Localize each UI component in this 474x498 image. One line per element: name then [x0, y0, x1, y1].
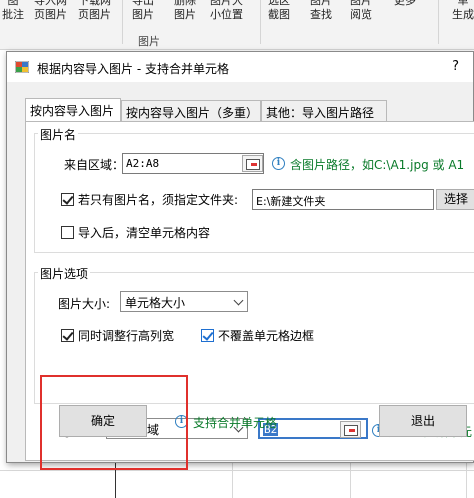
ribbon-button-delete[interactable]: 删除 图片: [174, 0, 196, 22]
ribbon-button-screenshot[interactable]: 选区 截图: [268, 0, 290, 22]
source-hint: 含图片路径，如C:\A1.jpg 或 A1: [290, 158, 465, 172]
ribbon-label: 图 批注: [2, 0, 24, 21]
chevron-down-icon: [233, 295, 244, 306]
adjust-row-col-checkbox[interactable]: [61, 329, 74, 342]
range-picker-icon[interactable]: [242, 155, 263, 172]
image-size-value: 单元格大小: [125, 296, 186, 310]
grid-line: [0, 470, 474, 471]
ribbon-label: 删除 图片: [174, 0, 196, 21]
browse-button[interactable]: 选择: [436, 189, 474, 210]
merge-hint: 支持合并单元格: [193, 416, 278, 430]
info-icon: i: [272, 157, 285, 170]
app-icon: [15, 61, 29, 73]
ribbon-label: 图片 阅览: [350, 0, 372, 21]
ribbon-separator: [122, 0, 123, 44]
ribbon: 图 批注 导入网 页图片 下载网 页图片 导出 图片 删除 图片 图片大 小位置…: [0, 0, 474, 50]
ribbon-label: 导出 图片: [132, 0, 154, 21]
ribbon-label: 更多: [394, 0, 416, 7]
ribbon-button-find[interactable]: 图片 查找: [310, 0, 332, 22]
group-title-image-options: 图片选项: [38, 265, 91, 282]
adjust-row-col-label: 同时调整行高列宽: [78, 329, 175, 343]
ribbon-button-generate[interactable]: 单 生成: [452, 0, 474, 22]
ribbon-button-import-web[interactable]: 导入网 页图片: [34, 0, 67, 22]
folder-checkbox-label: 若只有图片名，须指定文件夹:: [78, 193, 239, 207]
ribbon-button-comment[interactable]: 图 批注: [2, 0, 24, 22]
ribbon-button-export[interactable]: 导出 图片: [132, 0, 154, 22]
ribbon-button-size-position[interactable]: 图片大 小位置: [210, 0, 243, 22]
clear-after-import-label: 导入后，清空单元格内容: [78, 226, 211, 240]
group-title-image-name: 图片名: [38, 126, 79, 143]
exit-button[interactable]: 退出: [379, 405, 467, 437]
folder-path-input[interactable]: E:\新建文件夹: [252, 189, 434, 210]
ribbon-label: 图片大 小位置: [210, 0, 243, 21]
ribbon-separator: [260, 0, 261, 44]
tab-import-by-content-multi[interactable]: 按内容导入图片（多重）: [121, 100, 261, 121]
ribbon-button-download-web[interactable]: 下载网 页图片: [78, 0, 111, 22]
dialog-title: 根据内容导入图片 - 支持合并单元格: [37, 62, 229, 76]
folder-checkbox[interactable]: [61, 193, 74, 206]
source-range-label: 来自区域：: [64, 158, 125, 172]
ribbon-label: 选区 截图: [268, 0, 290, 21]
tab-import-image-path[interactable]: 其他：导入图片路径: [261, 100, 387, 121]
range-picker-icon[interactable]: [340, 421, 361, 438]
highlight-box: [40, 375, 188, 470]
dialog-titlebar: 根据内容导入图片 - 支持合并单元格 ?: [7, 52, 473, 82]
image-size-select[interactable]: 单元格大小: [120, 291, 248, 312]
ribbon-label: 下载网 页图片: [78, 0, 111, 21]
ribbon-label: 单 生成: [452, 0, 474, 21]
tab-import-by-content[interactable]: 按内容导入图片: [25, 98, 121, 121]
ribbon-button-view[interactable]: 图片 阅览: [350, 0, 372, 22]
ribbon-label: 导入网 页图片: [34, 0, 67, 21]
ribbon-button-more[interactable]: 更多: [394, 0, 416, 8]
clear-after-import-checkbox[interactable]: [61, 226, 74, 239]
image-size-label: 图片大小:: [58, 297, 111, 311]
ribbon-group-label: 图片: [138, 35, 160, 48]
no-cover-border-label: 不覆盖单元格边框: [218, 329, 315, 343]
help-button[interactable]: ?: [452, 59, 459, 74]
ribbon-separator: [438, 0, 439, 44]
ribbon-label: 图片 查找: [310, 0, 332, 21]
no-cover-border-checkbox[interactable]: [201, 329, 214, 342]
